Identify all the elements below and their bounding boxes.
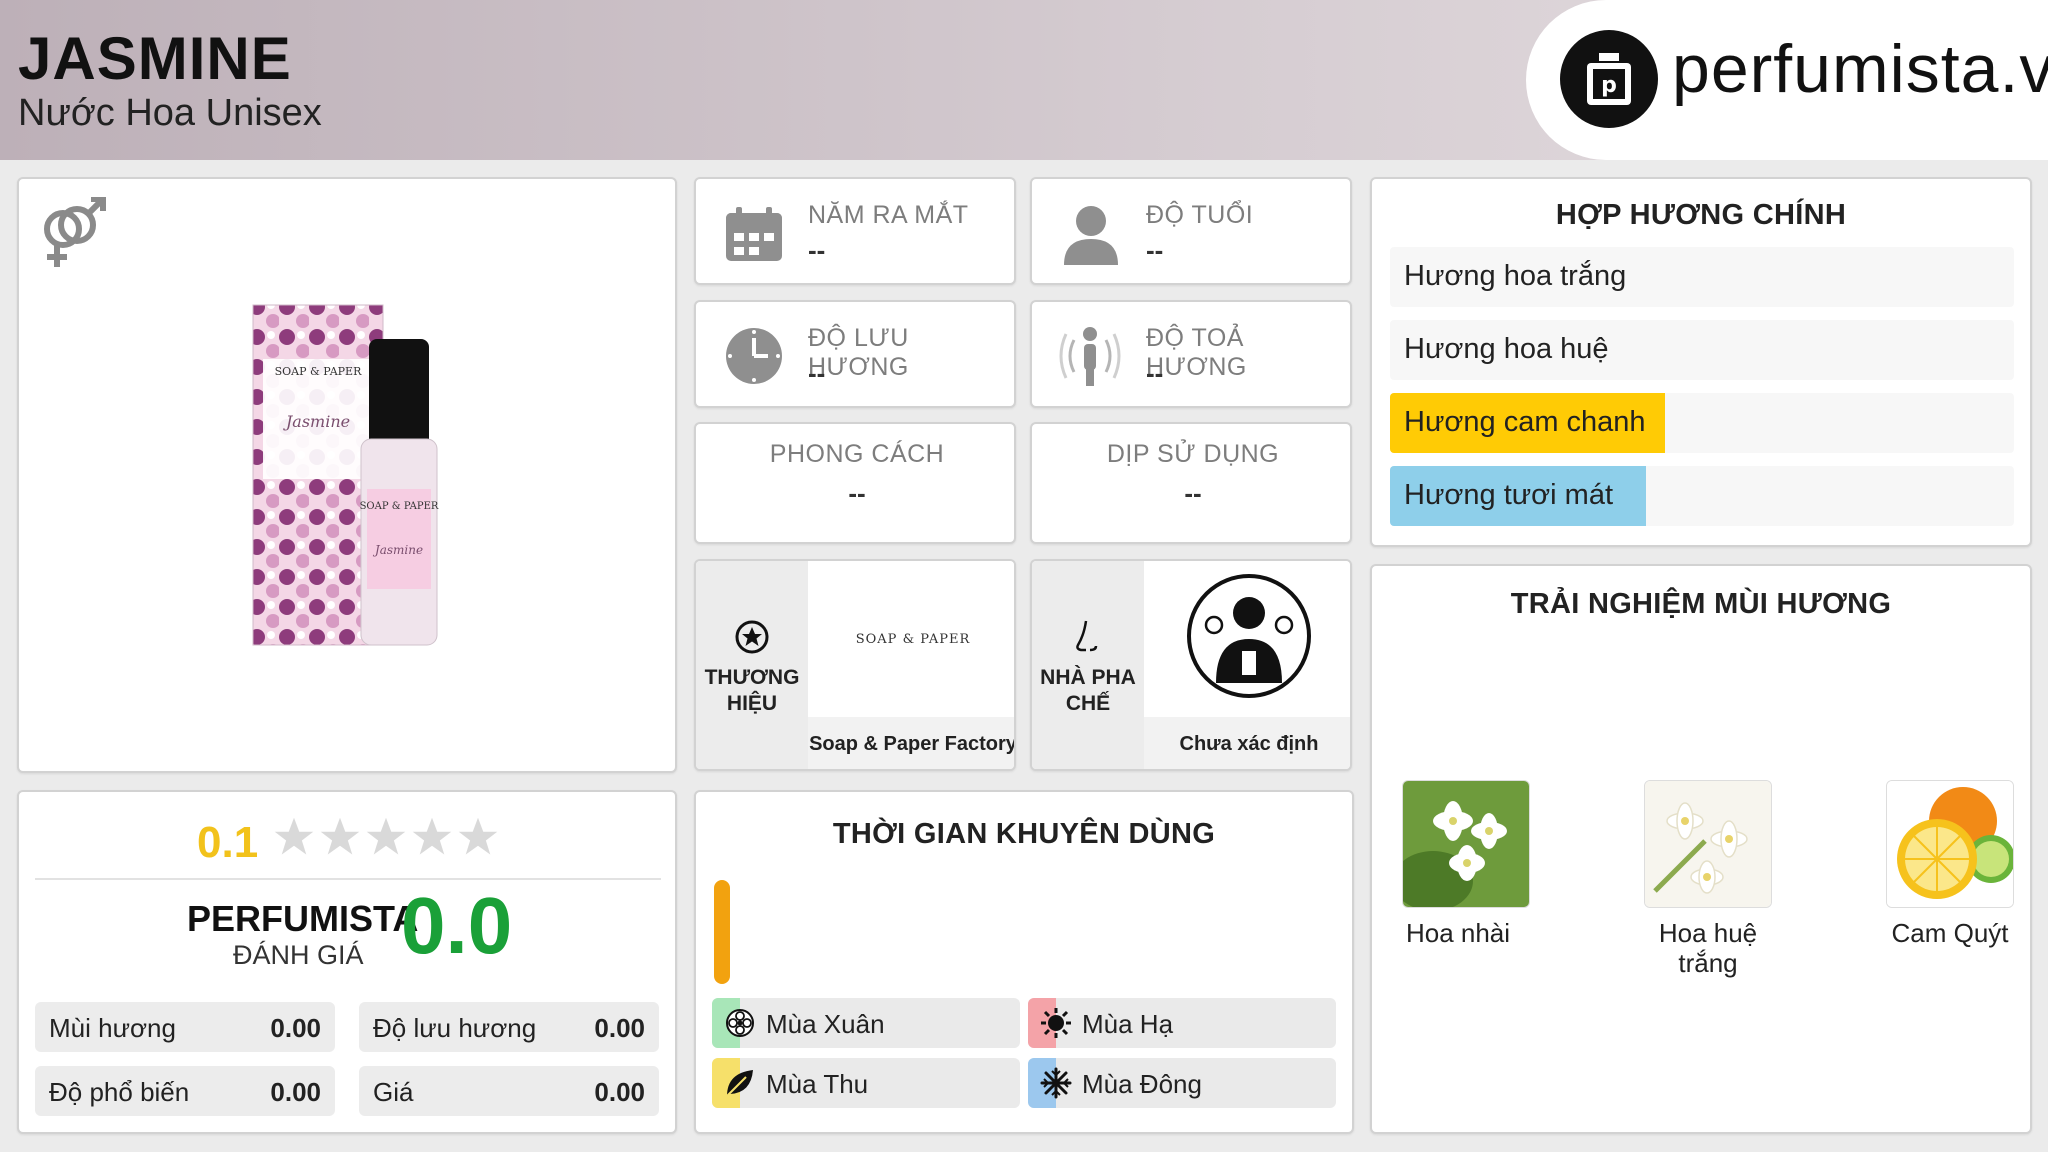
perfumer-name[interactable]: Chưa xác định: [1144, 733, 1350, 756]
product-photo: SOAP & PAPER Jasmine SOAP & PAPER Jasmin…: [252, 304, 439, 646]
launch-year-tile: NĂM RA MẮT --: [694, 177, 1016, 285]
sun-icon: [1041, 1008, 1071, 1038]
svg-text:Jasmine: Jasmine: [283, 412, 350, 431]
note-image-tuberose[interactable]: [1644, 780, 1772, 908]
metric-scent: Mùi hương 0.00: [35, 1002, 335, 1052]
sillage-tile: ĐỘ TOẢ HƯƠNG --: [1030, 300, 1352, 408]
brand-tile[interactable]: THƯƠNG HIỆU SOAP & PAPER Soap & Paper Fa…: [694, 559, 1016, 771]
perfumer-tile[interactable]: NHÀ PHA CHẾ Chưa xác định: [1030, 559, 1352, 771]
accord-row: Hương hoa huệ: [1390, 320, 2014, 380]
perfume-bottle-logo-icon[interactable]: p: [1560, 30, 1658, 128]
divider: [35, 878, 661, 880]
recommended-time-title: THỜI GIAN KHUYÊN DÙNG: [832, 818, 1216, 850]
occasion-value: --: [1184, 478, 1202, 508]
accord-row: Hương cam chanh: [1390, 393, 2014, 453]
leaf-icon: [726, 1070, 753, 1097]
longevity-label: ĐỘ LƯU HƯƠNG: [808, 324, 909, 381]
star-icon[interactable]: [411, 816, 453, 858]
longevity-value: --: [808, 358, 826, 388]
notes-card: TRẢI NGHIỆM MÙI HƯƠNG Hoa nhài Hoa huệ t…: [1370, 564, 2032, 1134]
occasion-label: DỊP SỬ DỤNG: [1106, 440, 1280, 468]
star-icon[interactable]: [365, 816, 407, 858]
perfumer-label-line1: NHÀ PHA: [1040, 666, 1136, 689]
perfumer-label-line2: CHẾ: [1065, 692, 1111, 715]
sillage-label: ĐỘ TOẢ HƯƠNG: [1146, 324, 1247, 381]
perfumer-avatar: [1144, 561, 1350, 717]
rating-card: 0.1 PERFUMISTA ĐÁNH GIÁ 0.0 Mùi hương 0.0…: [17, 790, 677, 1134]
note-image-citrus[interactable]: [1886, 780, 2014, 908]
brand-label-line1: THƯƠNG: [704, 666, 800, 689]
perfumista-label: PERFUMISTA: [187, 898, 419, 939]
style-tile: PHONG CÁCH --: [694, 422, 1016, 544]
calendar-icon: [726, 207, 782, 261]
snowflake-icon: [1040, 1067, 1072, 1099]
metric-popularity: Độ phổ biến 0.00: [35, 1066, 335, 1116]
unisex-icon: [44, 197, 106, 267]
metric-price: Giá 0.00: [359, 1066, 659, 1116]
star-badge-icon: [735, 620, 769, 654]
sillage-value: --: [1146, 358, 1164, 388]
accord-label: Hương hoa trắng: [1404, 260, 1627, 292]
note-label-jasmine: Hoa nhài: [1405, 918, 1511, 948]
accord-row: Hương hoa trắng: [1390, 247, 2014, 307]
flower-icon: [726, 1009, 754, 1037]
star-icon[interactable]: [273, 816, 315, 858]
brand-name[interactable]: Soap & Paper Factory: [808, 733, 1014, 756]
user-score: 0.1: [197, 818, 259, 867]
clock-icon: [726, 328, 782, 384]
longevity-tile: ĐỘ LƯU HƯƠNG --: [694, 300, 1016, 408]
accord-label: Hương hoa huệ: [1404, 333, 1609, 365]
season-winter: Mùa Đông: [1028, 1058, 1336, 1108]
svg-text:SOAP & PAPER: SOAP & PAPER: [275, 365, 362, 378]
age-label: ĐỘ TUỔI: [1146, 201, 1254, 229]
main-accords-card: HỢP HƯƠNG CHÍNH Hương hoa trắng Hương ho…: [1370, 177, 2032, 547]
launch-year-value: --: [808, 235, 826, 265]
accord-label: Hương tươi mát: [1404, 479, 1614, 511]
user-icon: [1064, 206, 1118, 265]
note-image-jasmine[interactable]: [1402, 780, 1530, 908]
style-value: --: [848, 478, 866, 508]
metric-longevity: Độ lưu hương 0.00: [359, 1002, 659, 1052]
perfumista-score: 0.0: [401, 881, 513, 970]
season-autumn: Mùa Thu: [712, 1058, 1020, 1108]
age-value: --: [1146, 235, 1164, 265]
svg-text:SOAP & PAPER: SOAP & PAPER: [360, 501, 439, 512]
brand-logo: SOAP & PAPER: [808, 561, 1014, 717]
svg-text:Jasmine: Jasmine: [372, 543, 423, 557]
season-summer: Mùa Hạ: [1028, 998, 1336, 1048]
recommended-time-card: THỜI GIAN KHUYÊN DÙNG Mùa Xuân Mùa Hạ Mù…: [694, 790, 1354, 1134]
logo-text[interactable]: perfumista.vn: [1672, 30, 2048, 108]
note-label-tuberose: Hoa huệ trắng: [1658, 918, 1758, 978]
notes-title: TRẢI NGHIỆM MÙI HƯƠNG: [1510, 588, 1892, 620]
accords-title: HỢP HƯƠNG CHÍNH: [1555, 199, 1847, 231]
note-label-citrus: Cam Quýt: [1891, 918, 2009, 948]
time-of-day-bar: [714, 880, 730, 984]
accord-label: Hương cam chanh: [1404, 406, 1646, 438]
svg-text:p: p: [1601, 73, 1617, 98]
perfumer-avatar-icon: [1187, 574, 1311, 698]
brand-label-line2: HIỆU: [726, 692, 778, 715]
review-label: ĐÁNH GIÁ: [233, 940, 364, 970]
star-rating[interactable]: [273, 816, 499, 866]
launch-year-label: NĂM RA MẮT: [808, 201, 969, 229]
occasion-tile: DỊP SỬ DỤNG --: [1030, 422, 1352, 544]
product-subtitle: Nước Hoa Unisex: [18, 92, 322, 134]
nose-icon: [1076, 620, 1098, 652]
product-title: JASMINE: [18, 25, 292, 92]
age-tile: ĐỘ TUỔI --: [1030, 177, 1352, 285]
star-icon[interactable]: [457, 816, 499, 858]
product-image-card: SOAP & PAPER Jasmine SOAP & PAPER Jasmin…: [17, 177, 677, 773]
sillage-person-icon: [1059, 327, 1121, 386]
season-spring: Mùa Xuân: [712, 998, 1020, 1048]
star-icon[interactable]: [319, 816, 361, 858]
style-label: PHONG CÁCH: [769, 440, 945, 468]
accord-row: Hương tươi mát: [1390, 466, 2014, 526]
